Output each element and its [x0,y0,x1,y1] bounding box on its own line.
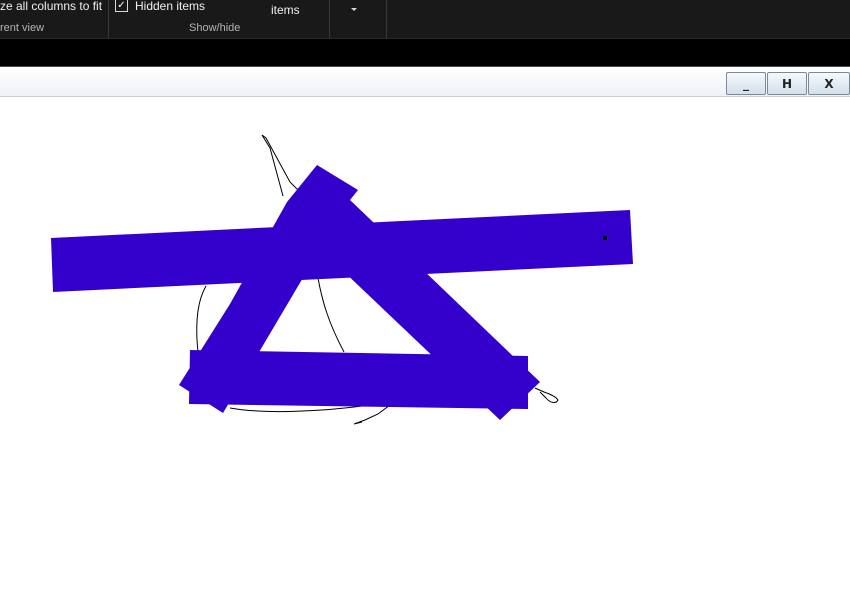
minimize-button[interactable]: _ [726,72,766,95]
chevron-down-icon[interactable] [351,8,357,11]
ribbon-separator [329,0,330,38]
hidden-items-label[interactable]: Hidden items [135,0,205,13]
checkmark-icon: ✓ [117,0,126,11]
ribbon-separator [386,0,387,38]
explorer-ribbon: ze all columns to fit rent view ✓ Hidden… [0,0,850,38]
window-titlebar: _ H X [0,67,850,97]
maximize-button[interactable]: H [767,72,807,95]
ribbon-separator [108,0,109,38]
pixel-dot [603,236,607,240]
hidden-items-checkbox[interactable]: ✓ [115,0,128,12]
pen-stroke [317,277,345,353]
pen-stroke [534,387,559,403]
hide-selected-items-button[interactable]: items [271,3,300,17]
brush-strokes [51,165,633,420]
drawing-canvas[interactable] [0,97,850,600]
brush-stroke [189,350,528,409]
canvas-drawing [51,134,633,425]
show-hide-group-label: Show/hide [189,22,241,34]
address-bar-area [0,39,850,67]
size-all-columns-to-fit-button[interactable]: ze all columns to fit [0,0,102,13]
close-button[interactable]: X [808,72,850,95]
current-view-group-label: rent view [0,22,45,34]
pen-stroke [261,134,301,197]
